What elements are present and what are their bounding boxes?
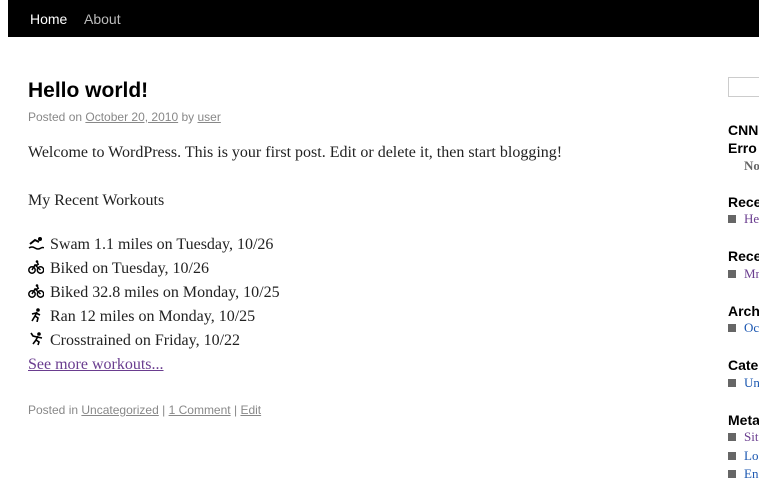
edit-link[interactable]: Edit (240, 403, 261, 417)
archive-link[interactable]: Oc (744, 320, 759, 336)
search-input[interactable] (728, 77, 759, 97)
meta-title: Meta (728, 412, 759, 428)
bullet-icon (728, 324, 736, 332)
post-body-text: Welcome to WordPress. This is your first… (28, 144, 563, 161)
bullet-icon (728, 379, 736, 387)
category-link[interactable]: Uncategorized (81, 403, 158, 417)
top-nav-bar: Home About (8, 0, 759, 37)
posted-in-label: Posted in (28, 403, 79, 417)
workouts-heading: My Recent Workouts (28, 192, 165, 209)
workout-text: Biked 32.8 miles on Monday, 10/25 (50, 284, 280, 301)
nav-home-link[interactable]: Home (30, 11, 67, 27)
recent-post-link[interactable]: He (744, 211, 759, 227)
comments-link[interactable]: 1 Comment (169, 403, 231, 417)
bullet-icon (728, 215, 736, 223)
recent-comment-link[interactable]: Mr (744, 266, 759, 282)
nav-about-link[interactable]: About (84, 11, 121, 27)
post-footer: Posted in Uncategorized | 1 Comment | Ed… (28, 403, 261, 417)
meta-link-site-admin[interactable]: Sit (744, 429, 758, 445)
run-icon (31, 308, 41, 322)
recent-posts-title: Rece (728, 194, 759, 210)
posted-on-label: Posted on (28, 110, 83, 124)
meta-link-log-out[interactable]: Lo (744, 448, 758, 464)
post-date-link[interactable]: October 20, 2010 (85, 110, 178, 124)
crosstrain-icon (30, 332, 43, 346)
cnn-widget-subtext: No (744, 158, 759, 173)
swim-icon (28, 237, 44, 250)
archives-title: Arch (728, 303, 759, 319)
bullet-icon (728, 452, 736, 460)
by-label: by (181, 110, 195, 124)
bullet-icon (728, 433, 736, 441)
post-meta: Posted on October 20, 2010 by user (28, 110, 221, 124)
workout-text: Swam 1.1 miles on Tuesday, 10/26 (50, 236, 274, 253)
category-sidebar-link[interactable]: Un (744, 375, 759, 391)
meta-link-entries-rss[interactable]: En (744, 466, 758, 482)
categories-title: Cate (728, 357, 759, 373)
separator: | (162, 403, 166, 417)
workout-text: Biked on Tuesday, 10/26 (50, 260, 209, 277)
author-link[interactable]: user (198, 110, 221, 124)
recent-comments-title: Rece (728, 248, 759, 264)
bullet-icon (728, 270, 736, 278)
bike-icon (28, 260, 44, 274)
cnn-widget-title-line2: Erro (728, 140, 757, 156)
cnn-widget-title: CNN (728, 122, 759, 138)
workout-text: Ran 12 miles on Monday, 10/25 (50, 308, 256, 325)
separator: | (233, 403, 238, 417)
workout-text: Crosstrained on Friday, 10/22 (50, 332, 241, 349)
post-title[interactable]: Hello world! (28, 78, 148, 104)
see-more-workouts-link[interactable]: See more workouts... (28, 355, 164, 375)
bike-icon (28, 284, 44, 298)
